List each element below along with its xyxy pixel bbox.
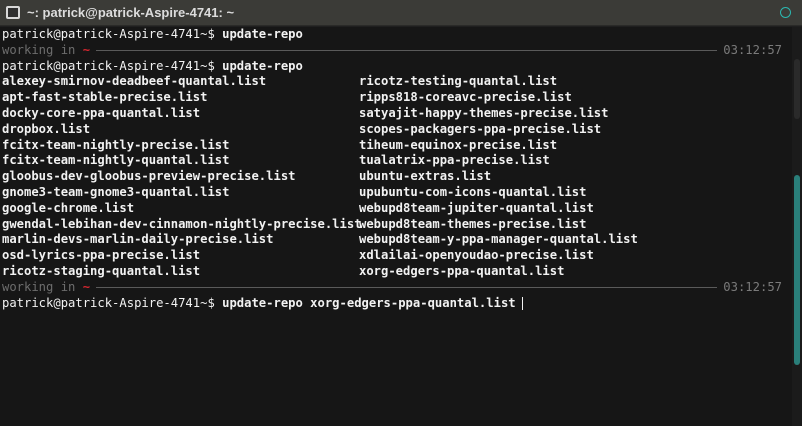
- list-item: upubuntu-com-icons-quantal.list: [359, 184, 587, 199]
- list-item: dropbox.list: [2, 121, 91, 136]
- prompt-line-1: patrick@patrick-Aspire-4741~$ update-rep…: [2, 27, 792, 43]
- status-line-2: working in ~ 03:12:57: [2, 280, 792, 296]
- list-item: fcitx-team-nightly-precise.list: [2, 137, 230, 152]
- list-item: apt-fast-stable-precise.list: [2, 90, 208, 105]
- list-item: alexey-smirnov-deadbeef-quantal.list: [2, 74, 267, 89]
- command-text: update-repo: [222, 27, 303, 41]
- window-title: ~: patrick@patrick-Aspire-4741: ~: [27, 5, 235, 20]
- list-item: satyajit-happy-themes-precise.list: [359, 105, 609, 120]
- list-item: ubuntu-extras.list: [359, 169, 492, 184]
- list-item: gloobus-dev-gloobus-preview-precise.list: [2, 169, 296, 184]
- terminal-icon: [6, 6, 20, 19]
- prompt-line-2: patrick@patrick-Aspire-4741~$ update-rep…: [2, 59, 792, 75]
- list-item: docky-core-ppa-quantal.list: [2, 105, 201, 120]
- timestamp: 03:12:57: [723, 42, 782, 57]
- terminal-output[interactable]: patrick@patrick-Aspire-4741~$ update-rep…: [0, 27, 792, 426]
- list-item: tiheum-equinox-precise.list: [359, 137, 558, 152]
- close-icon[interactable]: [780, 7, 791, 18]
- file-list: alexey-smirnov-deadbeef-quantal.list apt…: [2, 74, 792, 279]
- list-item: marlin-devs-marlin-daily-precise.list: [2, 232, 274, 247]
- divider: [96, 50, 718, 52]
- list-item: tualatrix-ppa-precise.list: [359, 153, 550, 168]
- list-item: xdlailai-openyoudao-precise.list: [359, 248, 594, 263]
- timestamp: 03:12:57: [723, 279, 782, 294]
- list-item: ricotz-testing-quantal.list: [359, 74, 558, 89]
- file-list-right-column: ricotz-testing-quantal.list ripps818-cor…: [359, 74, 716, 279]
- scrollbar-track-shade: [794, 59, 800, 119]
- status-text: working in: [2, 279, 83, 294]
- list-item: webupd8team-y-ppa-manager-quantal.list: [359, 232, 638, 247]
- command-text: update-repo: [222, 58, 303, 73]
- status-tilde: ~: [82, 279, 91, 294]
- list-item: google-chrome.list: [2, 200, 135, 215]
- list-item: fcitx-team-nightly-quantal.list: [2, 153, 230, 168]
- list-item: webupd8team-jupiter-quantal.list: [359, 200, 594, 215]
- window-titlebar[interactable]: ~: patrick@patrick-Aspire-4741: ~: [0, 0, 802, 26]
- list-item: webupd8team-themes-precise.list: [359, 216, 587, 231]
- list-item: xorg-edgers-ppa-quantal.list: [359, 263, 565, 278]
- list-item: scopes-packagers-ppa-precise.list: [359, 121, 602, 136]
- prompt-user: patrick@patrick-Aspire-4741~$: [2, 27, 223, 41]
- divider: [96, 287, 718, 289]
- status-text: working in: [2, 42, 83, 57]
- scrollbar-thumb[interactable]: [794, 175, 800, 365]
- list-item: ripps818-coreavc-precise.list: [359, 90, 572, 105]
- file-list-left-column: alexey-smirnov-deadbeef-quantal.list apt…: [2, 74, 362, 279]
- list-item: gwendal-lebihan-dev-cinnamon-nightly-pre…: [2, 216, 362, 231]
- status-line-1: working in ~ 03:12:57: [2, 43, 792, 59]
- status-tilde: ~: [82, 42, 91, 57]
- text-cursor: [521, 296, 523, 310]
- command-input[interactable]: update-repo xorg-edgers-ppa-quantal.list: [222, 296, 516, 310]
- list-item: osd-lyrics-ppa-precise.list: [2, 248, 201, 263]
- list-item: ricotz-staging-quantal.list: [2, 263, 201, 278]
- list-item: gnome3-team-gnome3-quantal.list: [2, 184, 230, 199]
- prompt-user: patrick@patrick-Aspire-4741~$: [2, 295, 223, 310]
- prompt-line-3[interactable]: patrick@patrick-Aspire-4741~$ update-rep…: [2, 296, 792, 312]
- prompt-user: patrick@patrick-Aspire-4741~$: [2, 58, 223, 73]
